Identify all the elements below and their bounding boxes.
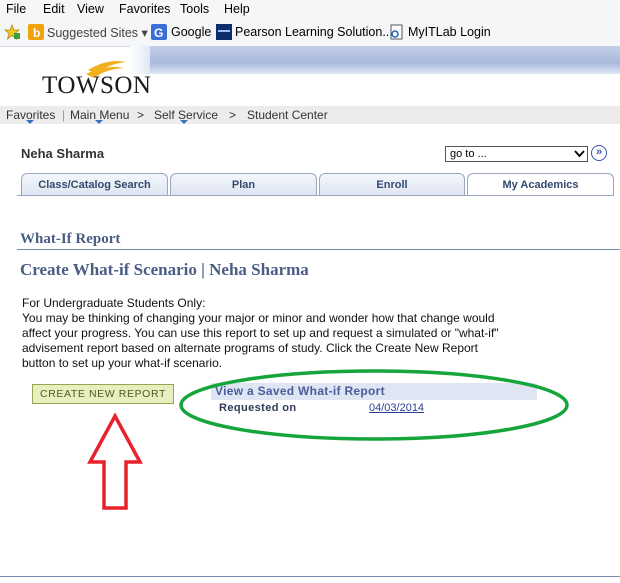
chevron-down-icon [26,120,34,124]
fav-myitlab[interactable]: MyITLab Login [408,25,491,39]
requested-on-label: Requested on [219,402,297,414]
nav-separator: > [137,108,145,122]
favorites-bar: b Suggested Sites ▾ G Google Pearson Lea… [0,20,620,47]
create-new-report-label: Create New Report [40,388,166,400]
tab-plan[interactable]: Plan [170,173,317,195]
tab-my-academics[interactable]: My Academics [467,173,614,195]
intro-line: advisement report based on alternate pro… [22,341,478,355]
nav-student-center[interactable]: Student Center [247,108,328,122]
page-icon [390,24,403,40]
intro-text: For Undergraduate Students Only: You may… [22,296,542,371]
header-band [150,46,620,74]
menu-tools[interactable]: Tools [180,2,209,16]
svg-text:G: G [154,26,163,40]
page-subtitle: Create What-if Scenario | Neha Sharma [20,260,309,279]
nav-separator: > [229,108,237,122]
menu-view[interactable]: View [77,2,104,16]
tab-divider [17,195,614,196]
towson-logo: TOWSON [42,72,152,99]
tab-enroll[interactable]: Enroll [319,173,465,195]
saved-report-title: View a Saved What-if Report [215,384,385,398]
saved-report-date-link[interactable]: 04/03/2014 [369,402,424,414]
intro-line: button to set up your what-if scenario. [22,356,223,370]
page-title: What-If Report [20,231,121,247]
browser-menu-bar: File Edit View Favorites Tools Help [0,0,620,20]
menu-edit[interactable]: Edit [43,2,65,16]
footer-rule [0,576,620,577]
favorites-star-icon[interactable] [4,24,20,40]
tab-class-catalog-search[interactable]: Class/Catalog Search [21,173,168,195]
goto-button[interactable]: » [591,145,607,161]
fav-pearson[interactable]: Pearson Learning Solution... [235,25,393,39]
svg-text:b: b [33,26,40,40]
saved-report-header: View a Saved What-if Report [211,383,537,400]
intro-line: You may be thinking of changing your maj… [22,311,495,325]
google-icon: G [151,24,167,40]
fav-suggested-sites[interactable]: Suggested Sites ▾ [47,25,148,40]
suggested-sites-icon: b [28,24,44,40]
intro-line: affect your progress. You can use this r… [22,326,499,340]
chevron-down-icon [574,150,585,158]
nav-divider: | [62,108,66,122]
chevron-down-icon [180,120,188,124]
goto-select-value: go to ... [450,148,487,160]
annotation-arrow [87,412,143,510]
create-new-report-button[interactable]: Create New Report [32,384,174,404]
intro-line: For Undergraduate Students Only: [22,296,206,310]
title-rule [17,249,620,250]
breadcrumb: Favorites | Main Menu > Self Service > S… [0,106,620,124]
chevron-down-icon [95,120,103,124]
fav-google[interactable]: Google [171,25,211,39]
pearson-icon [216,24,232,40]
student-name: Neha Sharma [21,146,105,161]
menu-favorites[interactable]: Favorites [119,2,170,16]
goto-select[interactable]: go to ... [445,146,588,162]
menu-file[interactable]: File [6,2,26,16]
menu-help[interactable]: Help [224,2,250,16]
